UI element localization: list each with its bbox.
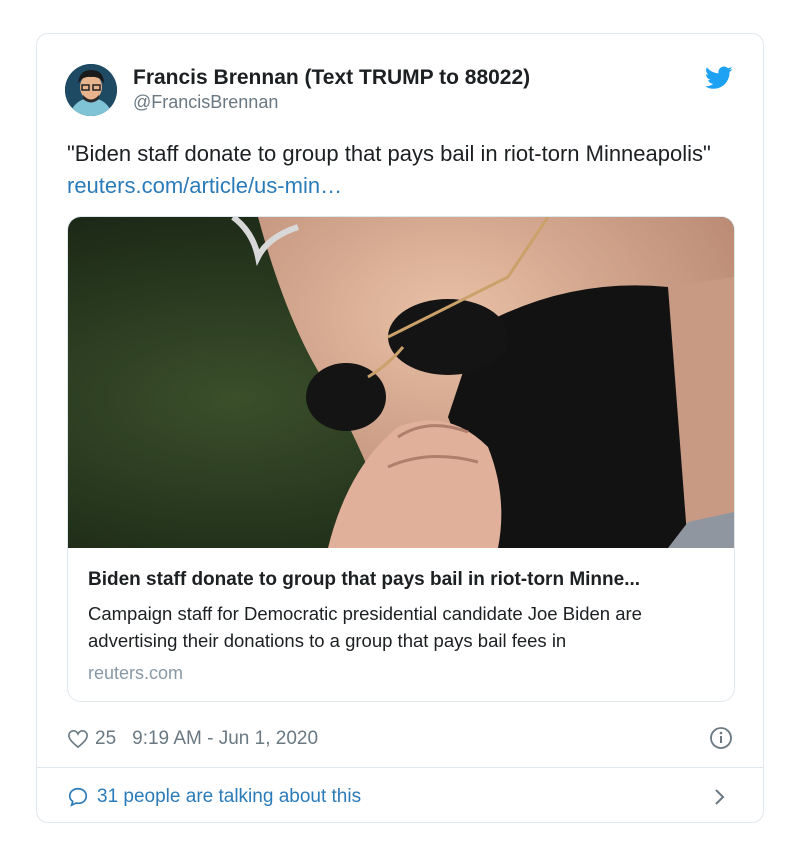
card-title[interactable]: Biden staff donate to group that pays ba… bbox=[88, 569, 718, 591]
link-preview-card[interactable]: Biden staff donate to group that pays ba… bbox=[67, 216, 735, 702]
speech-bubble-icon bbox=[68, 787, 88, 807]
tweet-meta: 25 9:19 AM - Jun 1, 2020 bbox=[67, 726, 318, 752]
article-link[interactable]: reuters.com/article/us-min… bbox=[67, 173, 342, 198]
author-name[interactable]: Francis Brennan (Text TRUMP to 88022) bbox=[133, 66, 530, 90]
chevron-right-icon[interactable] bbox=[713, 786, 727, 808]
heart-icon[interactable] bbox=[67, 729, 89, 749]
divider bbox=[37, 767, 763, 768]
like-count[interactable]: 25 bbox=[95, 728, 116, 750]
card-domain: reuters.com bbox=[88, 663, 184, 683]
tweet-body: "Biden staff donate to group that pays b… bbox=[67, 141, 711, 166]
avatar[interactable] bbox=[65, 64, 117, 116]
conversation-link[interactable]: 31 people are talking about this bbox=[67, 786, 361, 808]
article-photo[interactable] bbox=[68, 217, 734, 548]
timestamp[interactable]: 9:19 AM - Jun 1, 2020 bbox=[132, 728, 318, 750]
info-icon[interactable] bbox=[709, 726, 733, 750]
author-handle[interactable]: @FrancisBrennan bbox=[133, 92, 278, 113]
tweet-text: "Biden staff donate to group that pays b… bbox=[67, 138, 727, 202]
conversation-label: 31 people are talking about this bbox=[97, 786, 362, 807]
card-description: Campaign staff for Democratic presidenti… bbox=[88, 603, 642, 651]
tweet-card[interactable]: Francis Brennan (Text TRUMP to 88022) @F… bbox=[36, 33, 764, 823]
twitter-bird-icon[interactable] bbox=[705, 66, 733, 90]
